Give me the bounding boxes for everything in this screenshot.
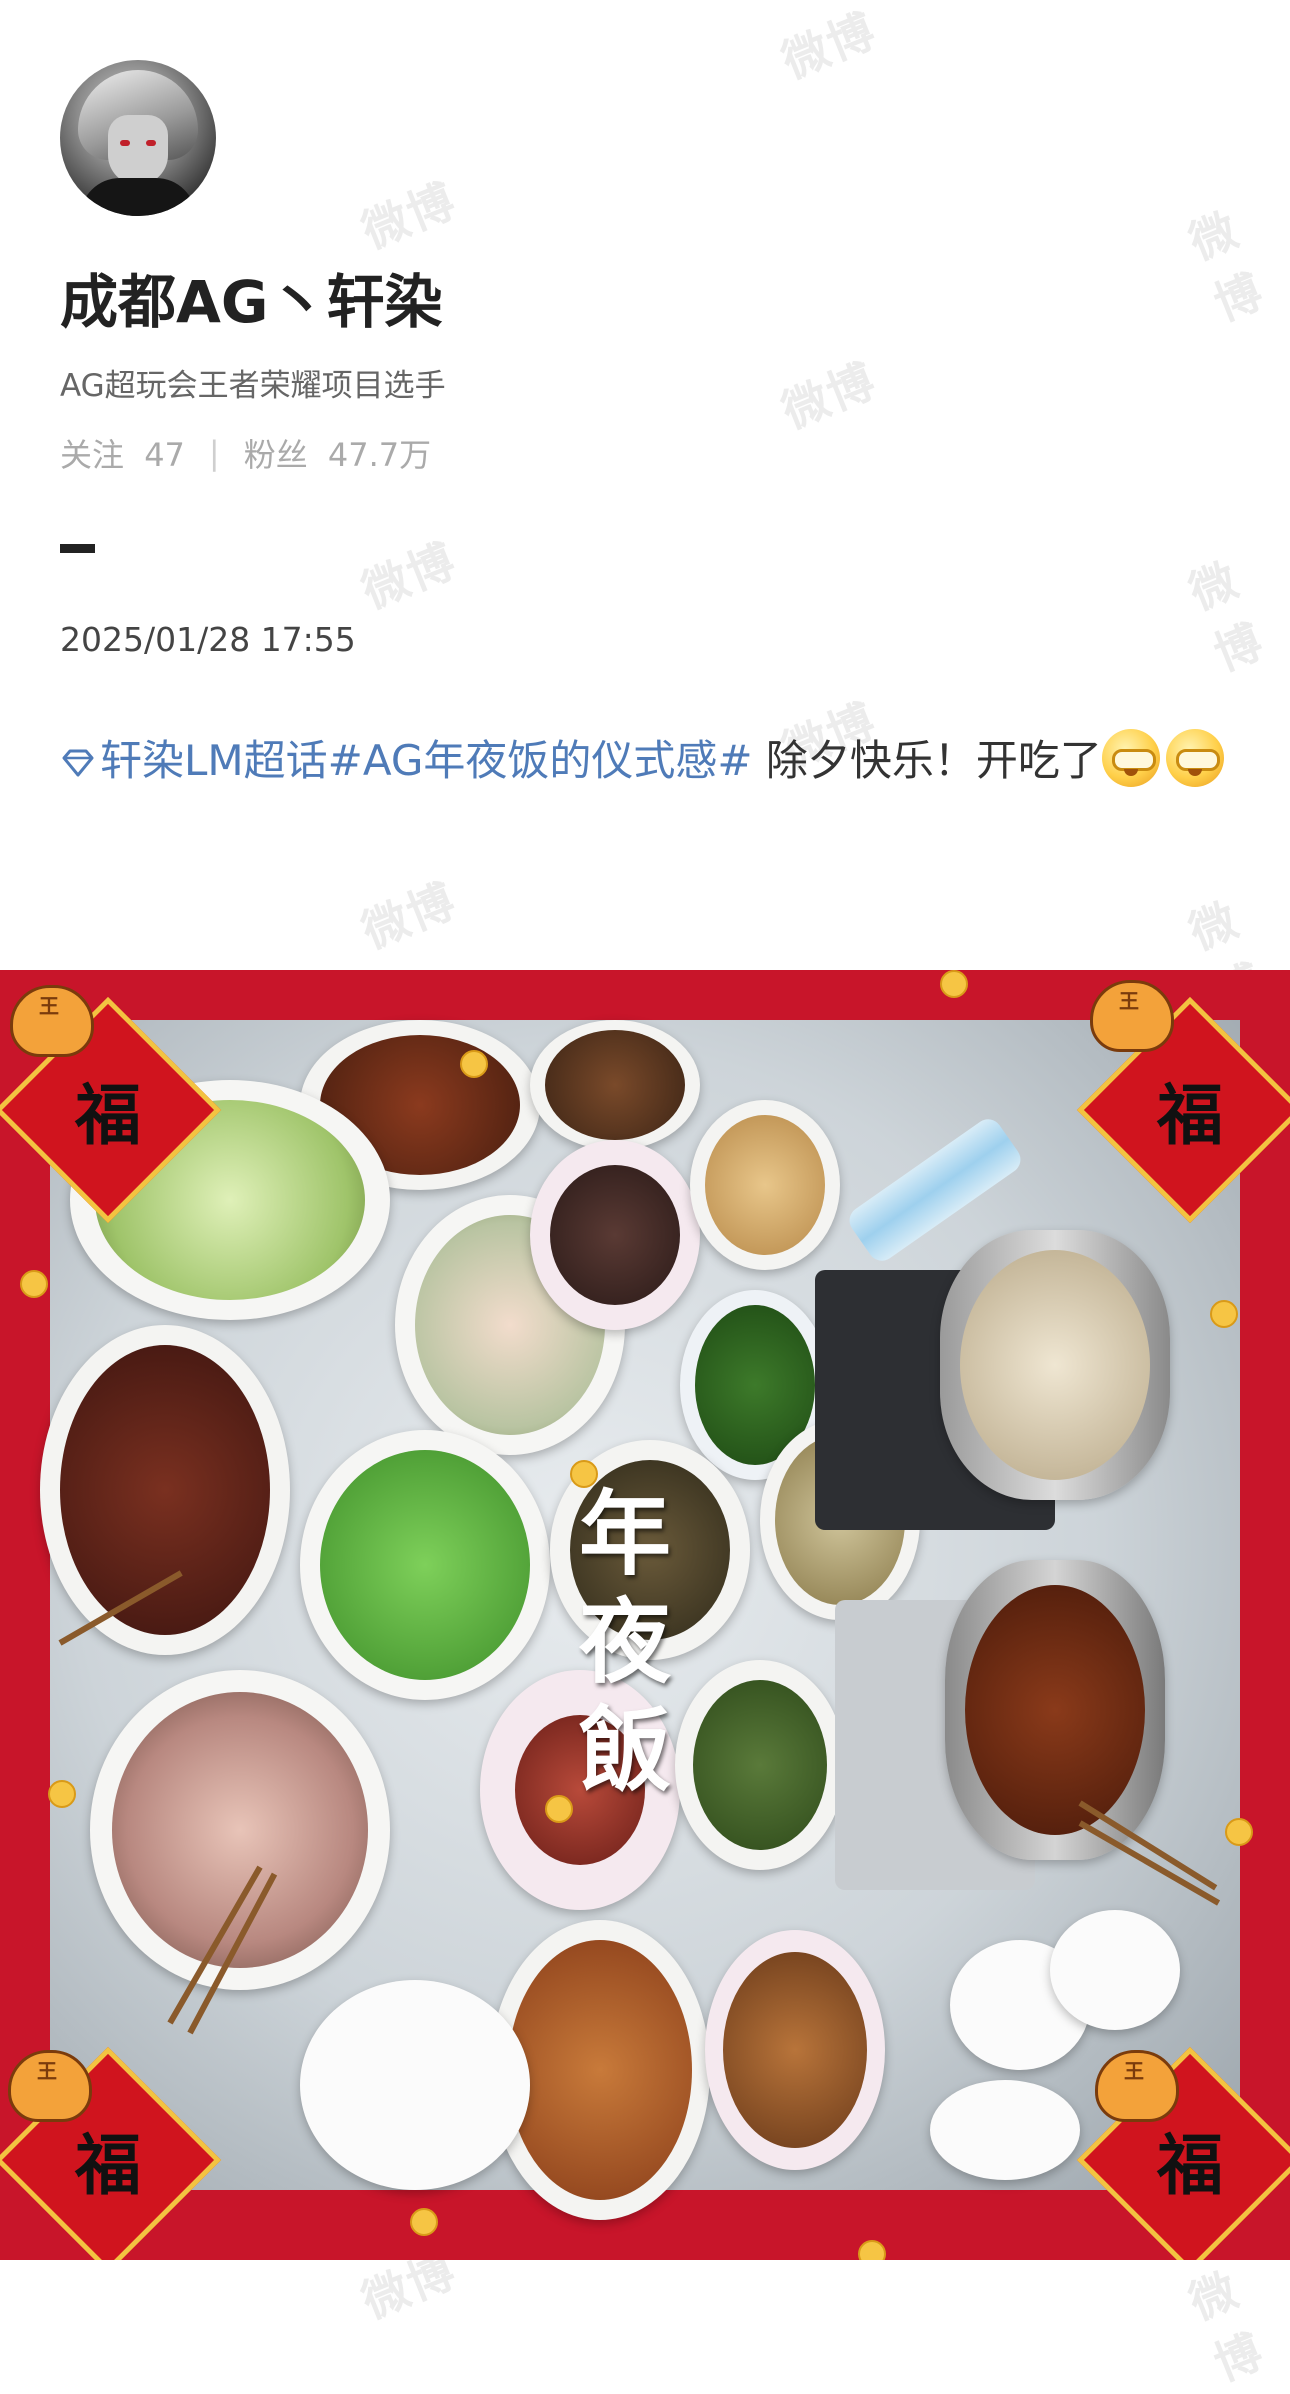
tiger-sticker <box>1090 980 1174 1052</box>
dish-pickles <box>675 1660 845 1870</box>
following-count: 47 <box>144 436 185 474</box>
lol-emoji-icon <box>1165 729 1224 787</box>
dish-peanuts <box>705 1930 885 2170</box>
avatar-eye <box>146 140 156 146</box>
rice-bowl <box>1050 1910 1180 2030</box>
hot-pot-soup <box>940 1230 1170 1500</box>
dish-food <box>705 1115 825 1255</box>
fu-character: 福 <box>75 1076 141 1154</box>
watermark: 微博 <box>354 532 464 619</box>
dish-food <box>508 1940 692 2200</box>
rice-bowl <box>930 2080 1080 2180</box>
stats-divider: | <box>208 434 220 472</box>
overlay-title-line: 飯 <box>578 1696 671 1804</box>
gold-coin <box>460 1050 488 1078</box>
watermark: 微博 <box>774 352 884 439</box>
gold-coin <box>1210 1300 1238 1328</box>
avatar-eye <box>120 140 130 146</box>
chopsticks <box>1078 1820 1221 1906</box>
following-label: 关注 <box>60 436 125 474</box>
watermark: 微博 <box>354 172 464 259</box>
dish-food <box>320 1450 530 1680</box>
dish-food <box>693 1680 827 1850</box>
watermark: 微博 <box>774 2 884 89</box>
dish-tofu <box>690 1100 840 1270</box>
user-stats: 关注 47 | 粉丝 47.7万 <box>60 430 431 476</box>
photo-overlay-title: 年 夜 飯 <box>560 1480 690 1804</box>
gold-coin <box>48 1780 76 1808</box>
tiger-sticker <box>1095 2050 1179 2122</box>
gold-coin <box>940 970 968 998</box>
dish-preserved-egg <box>530 1140 700 1330</box>
gold-coin <box>410 2208 438 2236</box>
dish-food <box>960 1250 1150 1480</box>
watermark: 微博 <box>1181 202 1272 332</box>
dish-snow-peas <box>300 1430 550 1700</box>
tiger-sticker <box>8 2050 92 2122</box>
dish-sausage <box>40 1325 290 1655</box>
supertopic-link[interactable]: 轩染LM超话 <box>60 736 328 785</box>
username[interactable]: 成都AG丶轩染 <box>60 255 443 339</box>
followers-count: 47.7万 <box>327 436 432 474</box>
gold-coin <box>1225 1818 1253 1846</box>
avatar[interactable] <box>60 60 216 216</box>
tiger-sticker <box>10 985 94 1057</box>
dish-eggplant <box>530 1020 700 1150</box>
gold-coin <box>20 1270 48 1298</box>
followers-stat[interactable]: 粉丝 47.7万 <box>244 430 431 476</box>
watermark: 微博 <box>1181 552 1272 682</box>
hot-pot-spicy <box>945 1560 1165 1860</box>
dish-food <box>550 1165 680 1305</box>
post-timestamp: 2025/01/28 17:55 <box>60 620 356 659</box>
post-body: 轩染LM超话#AG年夜饭的仪式感# 除夕快乐！开吃了 <box>60 712 1240 810</box>
avatar-face <box>108 115 168 185</box>
dish-food <box>60 1345 270 1635</box>
overlay-title-line: 夜 <box>578 1588 671 1696</box>
following-stat[interactable]: 关注 47 <box>60 430 185 476</box>
rice-bowl <box>300 1980 530 2190</box>
fu-character: 福 <box>1157 1076 1223 1154</box>
gold-coin <box>858 2240 886 2260</box>
dish-food <box>112 1692 368 1968</box>
dish-food <box>723 1952 867 2148</box>
dish-food <box>545 1030 685 1140</box>
post-text: 除夕快乐！开吃了 <box>752 736 1102 785</box>
diamond-icon <box>62 749 94 777</box>
lol-emoji-icon <box>1101 729 1160 787</box>
dish-food <box>965 1585 1145 1835</box>
followers-label: 粉丝 <box>243 436 308 474</box>
user-bio: AG超玩会王者荣耀项目选手 <box>60 368 446 404</box>
divider-dash <box>60 544 95 553</box>
watermark: 微博 <box>1181 2262 1272 2392</box>
supertopic-text: 轩染LM超话 <box>100 736 328 785</box>
overlay-title-line: 年 <box>578 1480 671 1588</box>
hashtag-link[interactable]: #AG年夜饭的仪式感# <box>328 736 753 785</box>
avatar-coat <box>80 178 196 216</box>
watermark: 微博 <box>354 872 464 959</box>
